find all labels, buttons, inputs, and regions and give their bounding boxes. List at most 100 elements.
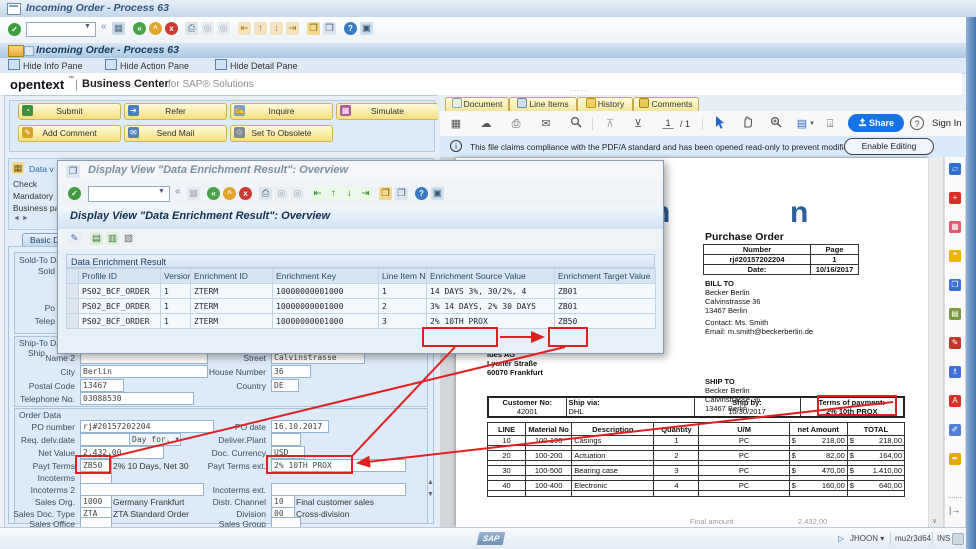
- customize-icon[interactable]: ▣: [360, 22, 373, 35]
- fill-sign-icon[interactable]: ✎: [949, 337, 961, 349]
- email-icon[interactable]: ✉: [538, 116, 554, 132]
- popup-enter-check-icon[interactable]: ✓: [68, 187, 81, 200]
- help-circle-icon[interactable]: ?: [910, 116, 924, 130]
- set-to-obsolete-button[interactable]: ♲Set To Obsolete: [230, 125, 333, 142]
- row-selector[interactable]: [67, 314, 79, 329]
- prev-page-icon[interactable]: ↑: [254, 22, 267, 35]
- cloud-upload-icon[interactable]: ☁: [478, 116, 494, 132]
- popup-new-session-icon[interactable]: ❐: [379, 187, 392, 200]
- hide-detail-pane-button[interactable]: Hide Detail Pane: [215, 59, 298, 71]
- hscroll-icons[interactable]: ◄ ►: [13, 215, 29, 222]
- day-format-dropdown[interactable]: Day for..▼: [129, 433, 181, 446]
- hide-action-pane-button[interactable]: Hide Action Pane: [105, 59, 189, 71]
- popup-shortcut-icon[interactable]: ❐: [395, 187, 408, 200]
- collapse-icon[interactable]: «: [101, 21, 107, 32]
- add-comment-button[interactable]: ✎Add Comment: [18, 125, 121, 142]
- table-view-icon[interactable]: ▤: [90, 232, 103, 245]
- status-expand-icon[interactable]: ▷: [838, 534, 844, 543]
- col-target-value[interactable]: Enrichment Target Value: [555, 269, 656, 284]
- transaction-menu-icon[interactable]: [24, 46, 34, 56]
- page-up-icon[interactable]: ⊼: [602, 116, 618, 132]
- sign-in-link[interactable]: Sign In: [932, 118, 962, 129]
- enter-check-icon[interactable]: ✓: [8, 23, 21, 36]
- page-down-icon[interactable]: ⊻: [630, 116, 646, 132]
- col-enrichment-id[interactable]: Enrichment ID: [191, 269, 273, 284]
- expand-panel-icon[interactable]: |→: [949, 505, 960, 515]
- fit-page-dropdown-icon[interactable]: ▼: [809, 121, 815, 127]
- organize-pages-icon[interactable]: ▤: [949, 308, 961, 320]
- save-icon[interactable]: ▦: [112, 22, 125, 35]
- shortcut-icon[interactable]: ❐: [323, 22, 336, 35]
- help-icon[interactable]: ?: [344, 22, 357, 35]
- send-mail-button[interactable]: ✉Send Mail: [124, 125, 227, 142]
- table-exit-icon[interactable]: ▧: [122, 232, 135, 245]
- zoom-in-icon[interactable]: [768, 116, 784, 132]
- scrollbar-down-icon[interactable]: ∨: [932, 517, 937, 525]
- find-icon[interactable]: ◎: [201, 22, 214, 35]
- edit-pdf-icon[interactable]: ▦: [949, 221, 961, 233]
- hide-info-pane-button[interactable]: Hide Info Pane: [8, 59, 83, 71]
- popup-back-icon[interactable]: «: [207, 187, 220, 200]
- col-enrichment-key[interactable]: Enrichment Key: [273, 269, 379, 284]
- popup-next-page-icon[interactable]: ↓: [343, 187, 356, 200]
- popup-help-icon[interactable]: ?: [415, 187, 428, 200]
- export-pdf-icon[interactable]: ▱: [949, 163, 961, 175]
- popup-command-dropdown-icon[interactable]: ▼: [158, 188, 165, 195]
- create-pdf-icon[interactable]: +: [949, 192, 961, 204]
- refer-button[interactable]: ➔Refer: [124, 103, 227, 120]
- find-next-icon[interactable]: ◎: [217, 22, 230, 35]
- status-user[interactable]: JHOON ▾: [850, 534, 884, 543]
- popup-last-page-icon[interactable]: ⇥: [359, 187, 372, 200]
- next-page-icon[interactable]: ↓: [270, 22, 283, 35]
- enable-editing-button[interactable]: Enable Editing: [844, 138, 934, 155]
- splitter-handle[interactable]: ·····: [570, 86, 588, 95]
- popup-first-page-icon[interactable]: ⇤: [311, 187, 324, 200]
- tab-line-items[interactable]: Line Items: [509, 97, 577, 112]
- submit-button[interactable]: ◔Submit: [18, 103, 121, 120]
- deliver-plant-field[interactable]: [271, 433, 301, 446]
- doc-currency-field[interactable]: USD: [271, 446, 305, 459]
- transaction-icon[interactable]: [8, 45, 24, 57]
- popup-save-icon[interactable]: ▦: [187, 187, 200, 200]
- enrichment-row[interactable]: PS02_BCF_ORDER1ZTERM 1000000000100023% 1…: [67, 299, 656, 314]
- simulate-button[interactable]: ▦Simulate: [336, 103, 439, 120]
- presentation-mode-icon[interactable]: ⍗: [822, 116, 838, 132]
- payment-terms-ext-field[interactable]: 2% 10TH PROX: [271, 459, 406, 472]
- search-icon[interactable]: [568, 116, 584, 132]
- pdf-scrollbar[interactable]: ∨: [928, 157, 943, 527]
- scroll-down-icon[interactable]: ▼: [427, 491, 434, 498]
- data-view-title[interactable]: Data v: [29, 164, 54, 174]
- postal-code-field[interactable]: 13467: [80, 379, 124, 392]
- measure-icon[interactable]: ✐: [949, 424, 961, 436]
- row-selector[interactable]: [67, 284, 79, 299]
- last-page-icon[interactable]: ⇥: [286, 22, 299, 35]
- inquire-button[interactable]: ✍Inquire: [230, 103, 333, 120]
- scroll-up-icon[interactable]: ▲: [427, 479, 434, 486]
- certificates-icon[interactable]: ✒: [949, 453, 961, 465]
- row-selector[interactable]: [67, 299, 79, 314]
- enrichment-row[interactable]: PS02_BCF_ORDER1ZTERM 1000000000100032% 1…: [67, 314, 656, 329]
- status-session-icon[interactable]: [952, 533, 964, 545]
- new-session-icon[interactable]: ❐: [307, 22, 320, 35]
- popup-prev-page-icon[interactable]: ↑: [327, 187, 340, 200]
- table-insert-icon[interactable]: ▥: [106, 232, 119, 245]
- comment-tool-icon[interactable]: ❝: [949, 250, 961, 262]
- enrichment-row[interactable]: PS02_BCF_ORDER1ZTERM 10000000001000114 D…: [67, 284, 656, 299]
- tab-history[interactable]: History: [577, 97, 633, 112]
- back-icon[interactable]: «: [133, 22, 146, 35]
- first-page-icon[interactable]: ⇤: [238, 22, 251, 35]
- tab-comments[interactable]: Comments: [633, 97, 699, 112]
- display-change-icon[interactable]: ✎: [68, 232, 81, 245]
- tab-document[interactable]: Document: [445, 97, 509, 112]
- exit-icon[interactable]: ^: [149, 22, 162, 35]
- share-button[interactable]: Share: [848, 114, 904, 132]
- select-cursor-icon[interactable]: [712, 116, 728, 132]
- hand-tool-icon[interactable]: [740, 116, 756, 132]
- house-number-field[interactable]: 36: [271, 365, 311, 378]
- print-icon[interactable]: ⎙: [185, 22, 198, 35]
- save-file-icon[interactable]: ▦: [448, 116, 464, 132]
- req-delivery-date-field[interactable]: [80, 433, 130, 446]
- popup-print-icon[interactable]: ⎙: [259, 187, 272, 200]
- net-value-field[interactable]: 2.432,00: [80, 446, 164, 459]
- popup-customize-icon[interactable]: ▣: [431, 187, 444, 200]
